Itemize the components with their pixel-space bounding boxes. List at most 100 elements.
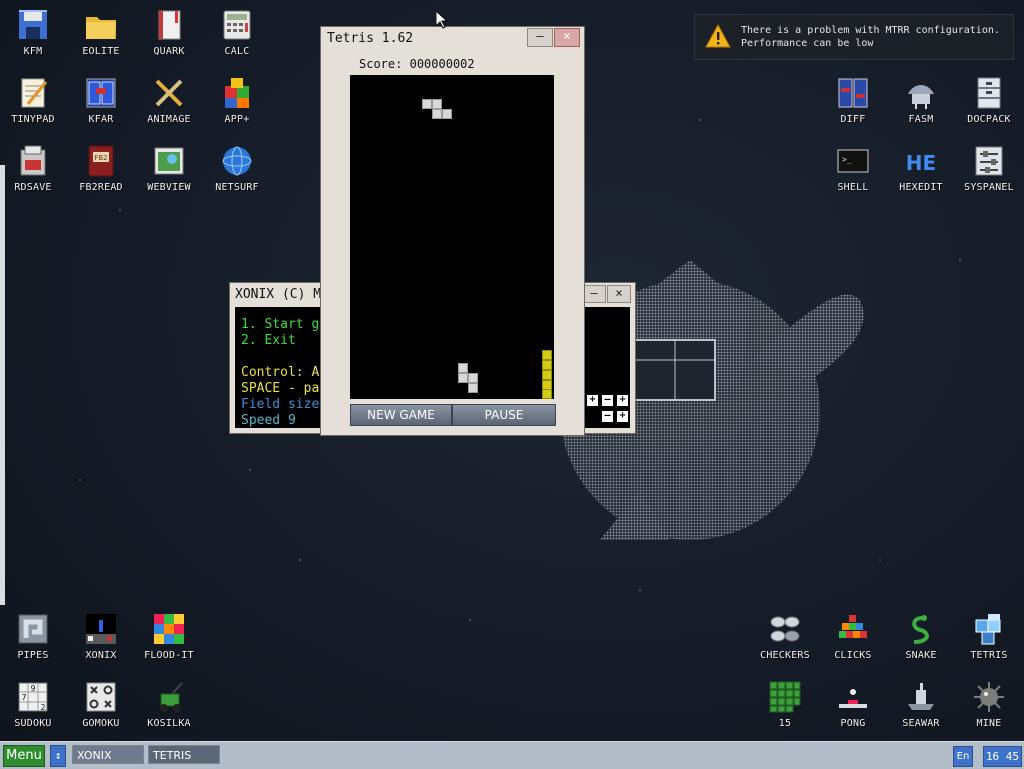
desktop-icon-calc[interactable]: CALC: [204, 4, 270, 68]
left-edge-strip: [0, 165, 5, 605]
rdsave-icon: [20, 145, 46, 176]
taskbar-item-tetris[interactable]: TETRIS: [148, 745, 220, 764]
desktop-icon-shell[interactable]: >_ SHELL: [820, 140, 886, 204]
desktop-icon-fb2read[interactable]: FB2 FB2READ: [68, 140, 134, 204]
desktop-icon-xonix[interactable]: XONIX: [68, 608, 134, 672]
new-game-button[interactable]: NEW GAME: [350, 404, 452, 426]
kfm-icon: [19, 10, 47, 39]
sudoku-icon: 97 2: [18, 682, 48, 712]
desktop-icon-snake[interactable]: SNAKE: [888, 608, 954, 672]
desktop-icon-tetris[interactable]: TETRIS: [956, 608, 1022, 672]
xonix-menu-line[interactable]: 1. Start g: [241, 317, 319, 332]
kfar-icon: [86, 78, 116, 108]
svg-text:>_: >_: [842, 155, 852, 164]
desktop-icon-label: CHECKERS: [760, 650, 810, 661]
desktop-icon-floodit[interactable]: FLOOD-IT: [136, 608, 202, 672]
taskbar-item-xonix[interactable]: XONIX: [72, 745, 144, 764]
desktop-icon-pipes[interactable]: PIPES: [0, 608, 66, 672]
pipes-icon: [18, 614, 48, 644]
gomoku-icon: [86, 682, 116, 712]
falling-piece-block: [442, 109, 452, 119]
desktop-icon-label: QUARK: [153, 46, 185, 57]
xonix-close-button[interactable]: ×: [607, 285, 631, 303]
stacked-block: [468, 373, 478, 383]
desktop-icon-quark[interactable]: QUARK: [136, 4, 202, 68]
hexedit-icon: HE: [906, 151, 936, 175]
desktop-icon-kfm[interactable]: KFM: [0, 4, 66, 68]
fb2-badge: FB2: [94, 154, 107, 162]
taskbar: Menu ↕ XONIX TETRIS En 16 45: [0, 741, 1024, 769]
desktop-icon-label: TINYPAD: [11, 114, 55, 125]
score-label: Score:: [359, 57, 403, 71]
tetris-score: Score: 000000002: [359, 57, 475, 71]
calc-icon: [223, 10, 251, 40]
xonix-menu-line: Field size: [241, 397, 320, 412]
desktop-icon-checkers[interactable]: CHECKERS: [752, 608, 818, 672]
diff-icon: [838, 78, 868, 108]
desktop-icon-animage[interactable]: ANIMAGE: [136, 72, 202, 136]
desktop-icon-label: CALC: [224, 46, 250, 57]
netsurf-icon: [222, 146, 252, 176]
desktop-icon-kfar[interactable]: KFAR: [68, 72, 134, 136]
desktop-icon-clicks[interactable]: CLICKS: [820, 608, 886, 672]
clicks-icon: [839, 615, 867, 638]
desktop-icon-label: SUDOKU: [14, 718, 52, 729]
desktop-icon-label: MINE: [976, 718, 1002, 729]
desktop-icon-label: GOMOKU: [82, 718, 120, 729]
desktop-icon-pong[interactable]: PONG: [820, 676, 886, 740]
desktop-icon-label: SNAKE: [905, 650, 937, 661]
desktop-icon-rdsave[interactable]: RDSAVE: [0, 140, 66, 204]
desktop-icon-fasm[interactable]: FASM: [888, 72, 954, 136]
desktop-icon-label: TETRIS: [970, 650, 1008, 661]
tetris-close-button[interactable]: ×: [554, 28, 580, 47]
sudoku-digit: 7: [21, 693, 26, 702]
tetris-minimize-button[interactable]: –: [527, 28, 553, 47]
xonix-window-title: XONIX (C) M: [235, 287, 322, 302]
tetris-board[interactable]: [350, 75, 554, 399]
desktop-icon-hexedit[interactable]: HE HEXEDIT: [888, 140, 954, 204]
desktop-icon-seawar[interactable]: SEAWAR: [888, 676, 954, 740]
desktop-icon-sudoku[interactable]: 9 7 2 SUDOKU: [0, 676, 66, 740]
desktop-icon-syspanel[interactable]: SYSPANEL: [956, 140, 1022, 204]
xonix-minimize-button[interactable]: –: [582, 285, 606, 303]
pause-button[interactable]: PAUSE: [452, 404, 556, 426]
desktop-icon-eolite[interactable]: EOLITE: [68, 4, 134, 68]
desktop-icon-label: 15: [778, 718, 792, 729]
fasm-icon: [908, 85, 934, 109]
desktop-icon-label: SYSPANEL: [964, 182, 1014, 193]
desktop-icon-webview[interactable]: WEBVIEW: [136, 140, 202, 204]
desktop-icon-mine[interactable]: MINE: [956, 676, 1022, 740]
xonix-menu-line: SPACE - pa: [241, 381, 320, 396]
stacked-block: [468, 383, 478, 393]
warning-icon: [705, 24, 731, 48]
menu-button[interactable]: Menu: [3, 745, 45, 767]
xonix-field-size-plus-button-2[interactable]: +: [617, 395, 628, 406]
xonix-field-size-minus-button[interactable]: –: [602, 395, 613, 406]
desktop-icon-label: RDSAVE: [14, 182, 52, 193]
xonix-field-size-plus-button[interactable]: +: [587, 395, 598, 406]
stacked-block: [458, 363, 468, 373]
desktop-icon-netsurf[interactable]: NETSURF: [204, 140, 270, 204]
desktop-icon-fifteen[interactable]: 15: [752, 676, 818, 740]
desktop-icon-label: CLICKS: [834, 650, 872, 661]
eolite-icon: [86, 17, 116, 39]
stacked-block: [542, 350, 552, 360]
keyboard-layout-indicator[interactable]: En: [953, 746, 973, 767]
desktop-icon-app[interactable]: APP+: [204, 72, 270, 136]
desktop-icon-label: SHELL: [837, 182, 869, 193]
desktop-icon-diff[interactable]: DIFF: [820, 72, 886, 136]
hexedit-mark: HE: [906, 151, 936, 175]
xonix-menu-line[interactable]: 2. Exit: [241, 333, 296, 348]
desktop-icon-label: FASM: [908, 114, 934, 125]
mtrr-warning-notification[interactable]: There is a problem with MTRR configurati…: [694, 14, 1014, 60]
desktop-icon-kosilka[interactable]: KOSILKA: [136, 676, 202, 740]
desktop-icon-tinypad[interactable]: TINYPAD: [0, 72, 66, 136]
window-switch-button[interactable]: ↕: [50, 745, 66, 767]
clock[interactable]: 16 45: [983, 746, 1022, 767]
falling-piece-block: [432, 99, 442, 109]
xonix-speed-plus-button[interactable]: +: [617, 411, 628, 422]
tetris-window[interactable]: Tetris 1.62 – × Score: 000000002 NEW GAM…: [320, 26, 585, 436]
desktop-icon-gomoku[interactable]: GOMOKU: [68, 676, 134, 740]
xonix-speed-minus-button[interactable]: –: [602, 411, 613, 422]
desktop-icon-docpack[interactable]: DOCPACK: [956, 72, 1022, 136]
